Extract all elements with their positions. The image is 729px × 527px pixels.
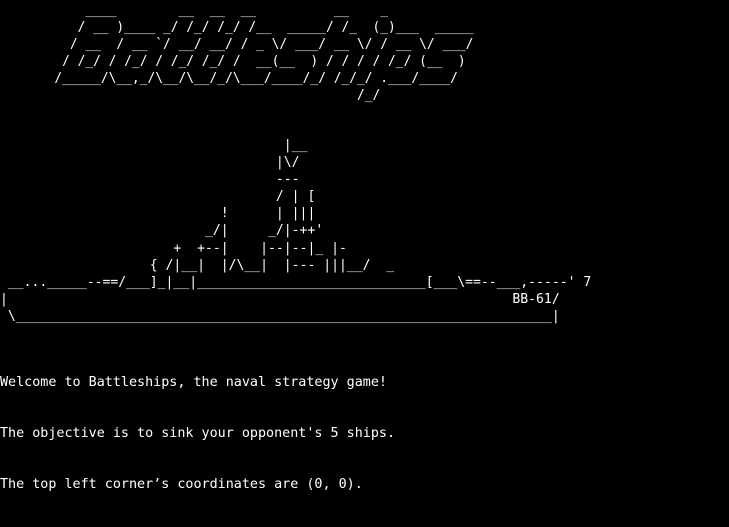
welcome-message: Welcome to Battleships, the naval strate… xyxy=(0,375,387,390)
intro-messages: Welcome to Battleships, the naval strate… xyxy=(0,340,395,527)
battleship-ascii-art: |__ |\/ --- / | [ ! | ||| _/| _/|-++' + … xyxy=(0,138,592,324)
battleships-title-ascii-art: ____ __ __ __ __ _ / __ )____ _/ /_/ /_/… xyxy=(54,3,474,103)
coordinates-message: The top left corner’s coordinates are (0… xyxy=(0,477,363,492)
objective-message: The objective is to sink your opponent's… xyxy=(0,426,396,441)
terminal-window[interactable]: ____ __ __ __ __ _ / __ )____ _/ /_/ /_/… xyxy=(0,0,729,492)
